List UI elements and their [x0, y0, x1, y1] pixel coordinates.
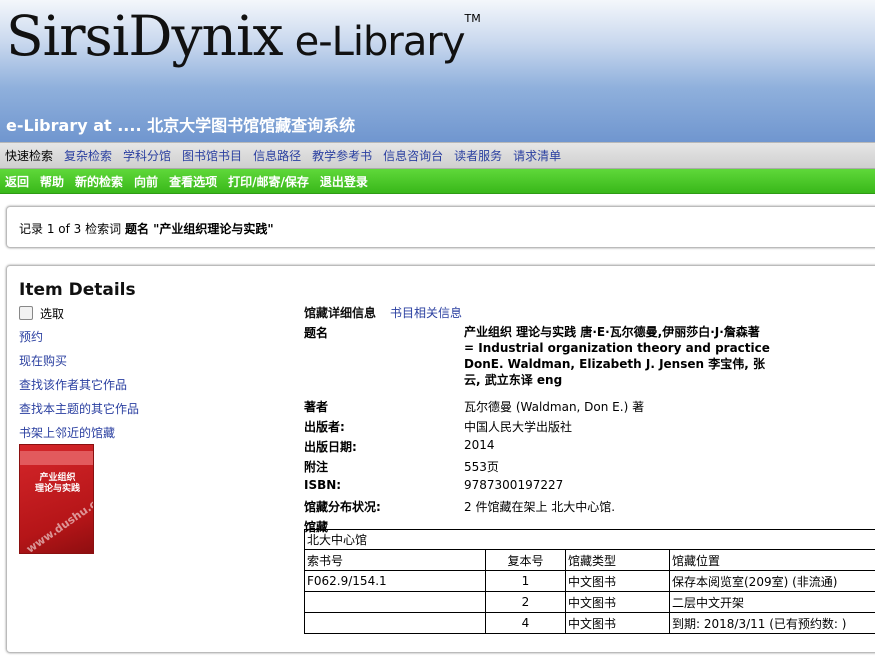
- back-link[interactable]: 返回: [5, 173, 29, 190]
- item-type: 中文图书: [565, 570, 670, 592]
- sirsidynix-logo: SirsiDynix e-LibraryTM: [6, 4, 481, 74]
- item-type: 中文图书: [565, 591, 670, 613]
- isbn-label: ISBN:: [304, 478, 342, 492]
- item-actions: 选取 预约 现在购买 查找该作者其它作品 查找本主题的其它作品 书架上邻近的馆藏…: [19, 304, 219, 554]
- forward-link[interactable]: 向前: [134, 173, 158, 190]
- tab-holdings-details[interactable]: 馆藏详细信息: [304, 304, 376, 324]
- record-count: 记录 1 of 3 检索词: [19, 222, 122, 236]
- view-options-link[interactable]: 查看选项: [169, 173, 217, 190]
- nav-course-reserves[interactable]: 教学参考书: [312, 147, 372, 164]
- nav-reader-services[interactable]: 读者服务: [454, 147, 502, 164]
- select-checkbox[interactable]: [19, 306, 33, 320]
- select-label: 选取: [40, 306, 65, 321]
- date-label: 出版日期:: [304, 440, 357, 454]
- site-title: e-Library at .... 北京大学图书馆馆藏查询系统: [6, 116, 356, 135]
- publisher-value: 中国人民大学出版社: [464, 420, 573, 434]
- record-summary: 记录 1 of 3 检索词 题名 "产业组织理论与实践": [6, 206, 875, 248]
- select-row[interactable]: 选取: [19, 304, 219, 322]
- nav-subject-branches[interactable]: 学科分馆: [123, 147, 171, 164]
- secondary-nav: 返回 帮助 新的检索 向前 查看选项 打印/邮寄/保存 退出登录: [0, 169, 875, 194]
- subject-works-link[interactable]: 查找本主题的其它作品: [19, 400, 219, 418]
- author-row: 著者 瓦尔德曼 (Waldman, Don E.) 著: [304, 398, 874, 418]
- distribution-row: 馆藏分布状况: 2 件馆藏在架上 北大中心馆.: [304, 498, 874, 518]
- nav-quick-search[interactable]: 快速检索: [5, 147, 53, 164]
- logo-brand: SirsiDynix: [6, 4, 284, 68]
- item-details-heading: Item Details: [19, 280, 136, 300]
- item-info: 馆藏详细信息 书目相关信息 题名 产业组织 理论与实践 唐·E·瓦尔德曼,伊丽莎…: [304, 304, 874, 538]
- book-cover-image[interactable]: 产业组织 理论与实践 www.dushu.com: [19, 444, 94, 554]
- place-hold-link[interactable]: 预约: [19, 328, 219, 346]
- item-details-panel: Item Details 选取 预约 现在购买 查找该作者其它作品 查找本主题的…: [6, 265, 875, 653]
- call-number: [304, 612, 486, 634]
- distribution-value: 2 件馆藏在架上 北大中心馆.: [464, 500, 616, 514]
- col-copy-number: 复本号: [485, 549, 566, 571]
- item-type: 中文图书: [565, 612, 670, 634]
- header-banner: SirsiDynix e-LibraryTM e-Library at .... …: [0, 0, 875, 142]
- search-term: 题名 "产业组织理论与实践": [124, 222, 274, 236]
- isbn-value: 9787300197227: [464, 478, 564, 492]
- date-row: 出版日期: 2014: [304, 438, 874, 458]
- library-name: 北大中心馆: [304, 529, 875, 550]
- holdings-table: 北大中心馆 索书号 复本号 馆藏类型 馆藏位置 F062.9/154.1 1 中…: [304, 529, 875, 634]
- item-location: 二层中文开架: [669, 591, 875, 613]
- col-location: 馆藏位置: [669, 549, 875, 571]
- table-row: F062.9/154.1 1 中文图书 保存本阅览室(209室) (非流通): [304, 570, 875, 592]
- new-search-link[interactable]: 新的检索: [75, 173, 123, 190]
- call-number: [304, 591, 486, 613]
- call-number: F062.9/154.1: [304, 570, 486, 592]
- details-tabs: 馆藏详细信息 书目相关信息: [304, 304, 874, 324]
- logo-product: e-Library: [294, 19, 466, 65]
- cover-band: [20, 451, 93, 465]
- publisher-row: 出版者: 中国人民大学出版社: [304, 418, 874, 438]
- note-value: 553页: [464, 460, 499, 474]
- distribution-label: 馆藏分布状况:: [304, 500, 381, 514]
- print-email-save-link[interactable]: 打印/邮寄/保存: [228, 173, 309, 190]
- nav-library-catalog[interactable]: 图书馆书目: [182, 147, 242, 164]
- primary-nav: 快速检索 复杂检索 学科分馆 图书馆书目 信息路径 教学参考书 信息咨询台 读者…: [0, 142, 875, 169]
- logout-link[interactable]: 退出登录: [320, 173, 368, 190]
- nav-info-paths[interactable]: 信息路径: [253, 147, 301, 164]
- holdings-header-row: 索书号 复本号 馆藏类型 馆藏位置: [304, 549, 875, 571]
- nav-reference-desk[interactable]: 信息咨询台: [383, 147, 443, 164]
- title-label: 题名: [304, 326, 329, 340]
- publisher-label: 出版者:: [304, 420, 345, 434]
- table-row: 2 中文图书 二层中文开架: [304, 591, 875, 613]
- date-value: 2014: [464, 438, 495, 452]
- cover-title: 产业组织 理论与实践: [34, 473, 80, 494]
- item-location: 到期: 2018/3/11 (已有预约数: ): [669, 612, 875, 634]
- help-link[interactable]: 帮助: [40, 173, 64, 190]
- nearby-shelf-link[interactable]: 书架上邻近的馆藏: [19, 424, 219, 442]
- copy-number: 4: [485, 612, 566, 634]
- nav-request-list[interactable]: 请求清单: [513, 147, 561, 164]
- note-label: 附注: [304, 460, 329, 474]
- tab-bib-info[interactable]: 书目相关信息: [390, 304, 462, 324]
- note-row: 附注 553页: [304, 458, 874, 478]
- nav-advanced-search[interactable]: 复杂检索: [64, 147, 112, 164]
- col-item-type: 馆藏类型: [565, 549, 670, 571]
- copy-number: 2: [485, 591, 566, 613]
- item-location: 保存本阅览室(209室) (非流通): [669, 570, 875, 592]
- author-works-link[interactable]: 查找该作者其它作品: [19, 376, 219, 394]
- isbn-row: ISBN: 9787300197227: [304, 478, 874, 498]
- author-value: 瓦尔德曼 (Waldman, Don E.) 著: [464, 400, 645, 414]
- table-row: 4 中文图书 到期: 2018/3/11 (已有预约数: ): [304, 612, 875, 634]
- col-call-number: 索书号: [304, 549, 486, 571]
- title-row: 题名 产业组织 理论与实践 唐·E·瓦尔德曼,伊丽莎白·J·詹森著 = Indu…: [304, 324, 874, 388]
- buy-now-link[interactable]: 现在购买: [19, 352, 219, 370]
- copy-number: 1: [485, 570, 566, 592]
- author-label: 著者: [304, 400, 329, 414]
- title-value: 产业组织 理论与实践 唐·E·瓦尔德曼,伊丽莎白·J·詹森著 = Industr…: [464, 325, 770, 387]
- logo-trademark: TM: [464, 12, 481, 25]
